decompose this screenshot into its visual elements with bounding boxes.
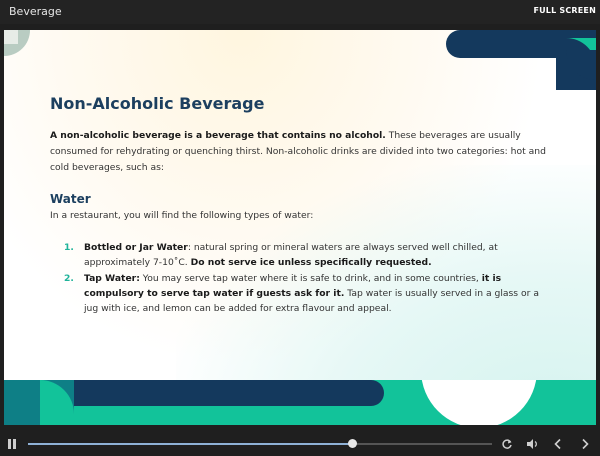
water-types-list: 1. Bottled or Jar Water: natural spring … bbox=[64, 240, 544, 317]
next-icon[interactable] bbox=[580, 438, 590, 450]
list-item: 2. Tap Water: You may serve tap water wh… bbox=[64, 271, 544, 316]
prev-icon[interactable] bbox=[553, 438, 563, 450]
section-subtitle: In a restaurant, you will find the follo… bbox=[50, 210, 314, 221]
progress-track[interactable] bbox=[28, 443, 492, 445]
player-controls bbox=[0, 430, 600, 456]
list-item: 1. Bottled or Jar Water: natural spring … bbox=[64, 240, 544, 270]
slide: Non-Alcoholic Beverage A non-alcoholic b… bbox=[4, 30, 596, 425]
title-bar: Beverage FULL SCREEN bbox=[0, 0, 600, 24]
item-bold-note: Do not serve ice unless specifically req… bbox=[190, 257, 432, 268]
section-title: Water bbox=[50, 192, 91, 206]
corner-decoration-top-right bbox=[446, 30, 596, 90]
list-number: 2. bbox=[64, 273, 74, 284]
replay-icon[interactable] bbox=[501, 438, 513, 450]
item-text: You may serve tap water where it is safe… bbox=[139, 273, 482, 284]
list-number: 1. bbox=[64, 242, 74, 253]
item-bold-title: Tap Water: bbox=[84, 273, 140, 284]
slide-heading: Non-Alcoholic Beverage bbox=[50, 94, 265, 113]
intro-paragraph: A non-alcoholic beverage is a beverage t… bbox=[50, 128, 550, 176]
bottom-decoration bbox=[4, 380, 596, 425]
intro-bold-lead: A non-alcoholic beverage is a beverage t… bbox=[50, 130, 386, 141]
fullscreen-button[interactable]: FULL SCREEN bbox=[533, 6, 596, 15]
corner-decoration-top-left bbox=[4, 30, 30, 56]
pause-icon[interactable] bbox=[8, 439, 16, 449]
progress-handle[interactable] bbox=[348, 439, 358, 448]
window-title: Beverage bbox=[9, 5, 62, 18]
volume-icon[interactable] bbox=[526, 438, 539, 450]
item-bold-title: Bottled or Jar Water bbox=[84, 242, 188, 253]
progress-fill bbox=[28, 443, 353, 445]
